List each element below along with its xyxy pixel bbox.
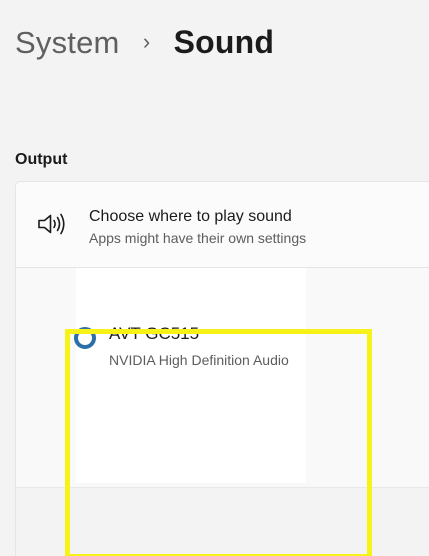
breadcrumb-system-link[interactable]: System [15,25,120,61]
settings-page: System › Sound Output Choose where to pl… [0,0,429,556]
device-radio-button[interactable] [74,327,96,349]
blank-overlay [76,268,306,483]
output-row-title: Choose where to play sound [89,208,292,225]
chevron-right-icon: › [142,28,151,54]
device-description: NVIDIA High Definition Audio [109,352,289,368]
speaker-icon [37,212,67,236]
page-title: Sound [173,24,275,60]
output-row-subtitle: Apps might have their own settings [89,230,307,246]
breadcrumb: System › Sound [15,24,274,61]
output-section-title: Output [15,151,68,168]
device-name: AVT GC515 [109,324,200,343]
choose-output-row[interactable]: Choose where to play sound Apps might ha… [16,182,429,268]
device-row-avt-gc515[interactable] [16,488,429,556]
